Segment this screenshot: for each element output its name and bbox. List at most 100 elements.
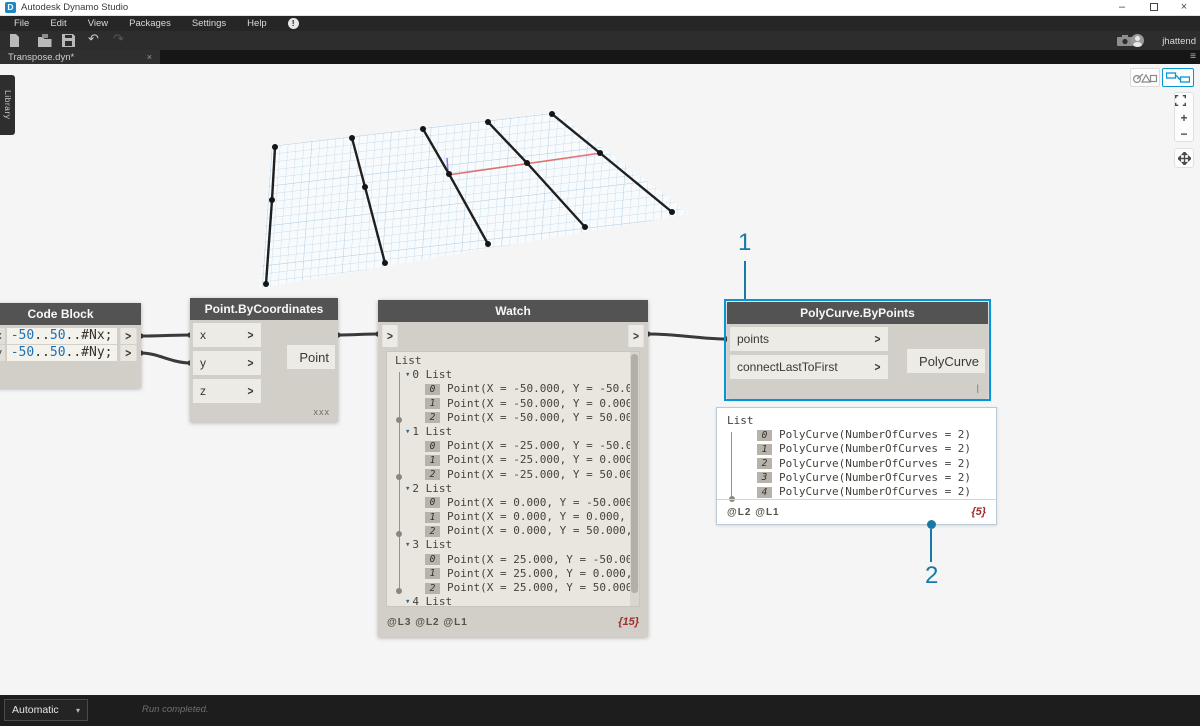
collapse-icon[interactable]: ▾ [405, 595, 410, 607]
port-y[interactable]: y> [193, 351, 261, 375]
watch-scrollbar[interactable] [630, 352, 639, 606]
fit-view-button[interactable] [1175, 95, 1193, 111]
user-avatar[interactable] [1131, 34, 1144, 47]
titlebar: D Autodesk Dynamo Studio – × [0, 0, 1200, 16]
new-file-icon[interactable] [8, 34, 21, 47]
index-badge: 2 [425, 412, 440, 423]
tree-dot [396, 417, 402, 423]
output-preview-bubble[interactable]: List 0PolyCurve(NumberOfCurves = 2) 1Pol… [716, 407, 997, 525]
index-badge: 1 [425, 568, 440, 579]
index-badge: 0 [425, 554, 440, 565]
menu-view[interactable]: View [88, 18, 108, 29]
port-point-output[interactable]: Point [287, 345, 335, 369]
port-points[interactable]: points> [730, 327, 888, 351]
port-polycurve-output[interactable]: PolyCurve [907, 349, 985, 373]
watch-group-header[interactable]: ▾4 List [395, 595, 639, 607]
codeblock-code-line[interactable]: -50..50..#Ny; [7, 345, 118, 361]
annotation-1-line [744, 261, 746, 299]
watch-item: 0Point(X = 25.000, Y = -50.00 [395, 553, 639, 567]
node-point-header[interactable]: Point.ByCoordinates [190, 298, 338, 320]
tree-dot [396, 588, 402, 594]
tab-transpose[interactable]: Transpose.dyn* × [0, 50, 160, 64]
bubble-item: 0PolyCurve(NumberOfCurves = 2) [727, 428, 996, 442]
fit-view-icon [1175, 95, 1186, 106]
tree-guide-line [399, 372, 400, 594]
graph-canvas[interactable]: Library + − Code Block [0, 64, 1200, 695]
grid-plane [260, 112, 690, 288]
node-watch[interactable]: Watch > > List ▾0 List 0Point(X = -50.00… [378, 300, 648, 637]
menu-packages[interactable]: Packages [129, 18, 171, 29]
maximize-button[interactable] [1140, 0, 1168, 15]
pan-button[interactable] [1174, 148, 1194, 168]
wire-point-to-watch [338, 334, 378, 335]
list-levels-label[interactable]: @L2 @L1 [727, 507, 780, 518]
minimize-button[interactable]: – [1108, 0, 1136, 15]
geometry-shapes-icon [1132, 72, 1158, 84]
tab-overflow-icon[interactable]: ≡ [1190, 51, 1196, 62]
watch-item: 2Point(X = -50.000, Y = 50.00 [395, 411, 639, 425]
watch-group-header[interactable]: ▾1 List [395, 425, 639, 439]
lacing-indicator[interactable]: | [730, 383, 985, 395]
zoom-in-button[interactable]: + [1175, 111, 1193, 127]
watch-list-panel[interactable]: List ▾0 List 0Point(X = -50.000, Y = -50… [386, 351, 640, 607]
open-file-icon[interactable] [38, 34, 52, 47]
bubble-item: 4PolyCurve(NumberOfCurves = 2) [727, 485, 996, 499]
graph-view-button[interactable] [1162, 68, 1194, 87]
save-icon[interactable] [62, 34, 75, 47]
redo-icon[interactable]: ↷ [113, 31, 124, 47]
close-button[interactable]: × [1170, 0, 1198, 15]
index-badge: 1 [757, 444, 772, 455]
scrollbar-thumb[interactable] [631, 354, 638, 593]
tree-dot [396, 474, 402, 480]
menu-edit[interactable]: Edit [50, 18, 66, 29]
maximize-icon [1150, 3, 1158, 11]
wire-watch-to-polycurve [648, 334, 726, 339]
menu-file[interactable]: File [14, 18, 29, 29]
collapse-icon[interactable]: ▾ [405, 482, 410, 496]
menu-settings[interactable]: Settings [192, 18, 226, 29]
codeblock-output-port[interactable]: > [121, 328, 137, 344]
watch-item: 1Point(X = 0.000, Y = 0.000, [395, 510, 639, 524]
list-levels-label[interactable]: @L3 @L2 @L1 [387, 617, 468, 628]
index-badge: 0 [425, 497, 440, 508]
codeblock-output-port[interactable]: > [121, 345, 137, 361]
watch-group-header[interactable]: ▾0 List [395, 368, 639, 382]
collapse-icon[interactable]: ▾ [405, 425, 410, 439]
notifications-icon[interactable]: ! [288, 18, 299, 29]
index-badge: 3 [757, 472, 772, 483]
codeblock-code-line[interactable]: -50..50..#Nx; [7, 328, 118, 344]
watch-group-header[interactable]: ▾3 List [395, 538, 639, 552]
codeblock-input-label[interactable]: x [0, 328, 5, 344]
node-polycurve-header[interactable]: PolyCurve.ByPoints [727, 302, 988, 324]
library-flyout-tab[interactable]: Library [0, 75, 15, 135]
lacing-indicator[interactable]: xxx [193, 407, 335, 419]
run-mode-dropdown[interactable]: Automatic ▾ [4, 699, 88, 721]
watch-input-port[interactable]: > [382, 325, 397, 347]
undo-icon[interactable]: ↶ [88, 31, 99, 47]
node-watch-header[interactable]: Watch [378, 300, 648, 322]
port-chevron-icon: > [875, 332, 881, 346]
wire-codeblock-to-x [141, 335, 190, 336]
zoom-out-button[interactable]: − [1175, 127, 1193, 143]
port-connectlasttofirst[interactable]: connectLastToFirst> [730, 355, 888, 379]
watch-output-port[interactable]: > [628, 325, 643, 347]
watch-group-header[interactable]: ▾2 List [395, 482, 639, 496]
port-x[interactable]: x> [193, 323, 261, 347]
item-count-label: {5} [971, 506, 986, 518]
tab-close-icon[interactable]: × [147, 52, 152, 62]
collapse-icon[interactable]: ▾ [405, 538, 410, 552]
node-code-block[interactable]: Code Block x -50..50..#Nx; > y -50..50..… [0, 303, 141, 388]
geometry-view-button[interactable] [1130, 68, 1160, 87]
menu-help[interactable]: Help [247, 18, 267, 29]
collapse-icon[interactable]: ▾ [405, 368, 410, 382]
node-code-block-header[interactable]: Code Block [0, 303, 141, 325]
watch-item: 2Point(X = 0.000, Y = 50.000, [395, 524, 639, 538]
node-polycurve-bypoints[interactable]: PolyCurve.ByPoints points> connectLastTo… [727, 302, 988, 398]
codeblock-input-label[interactable]: y [0, 345, 5, 361]
port-z[interactable]: z> [193, 379, 261, 403]
watch-item: 2Point(X = 25.000, Y = 50.000 [395, 581, 639, 595]
index-badge: 1 [425, 455, 440, 466]
node-point-bycoordinates[interactable]: Point.ByCoordinates x> y> z> Point xxx [190, 298, 338, 422]
port-chevron-icon: > [248, 384, 254, 398]
port-chevron-icon: > [248, 328, 254, 342]
